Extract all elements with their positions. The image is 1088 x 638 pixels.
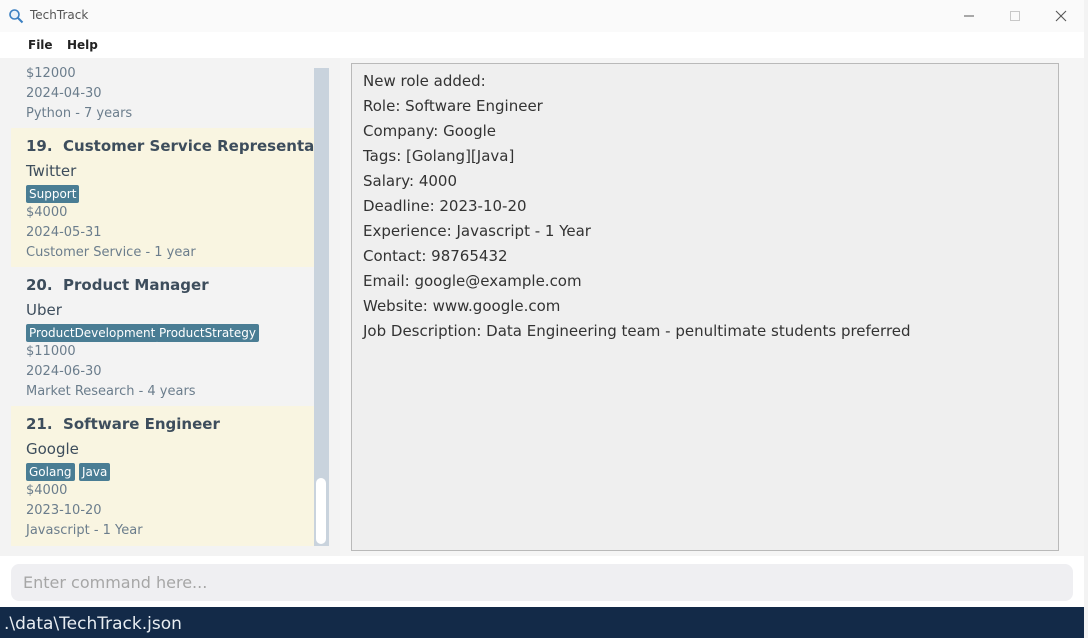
status-bar: .\data\TechTrack.json bbox=[0, 607, 1084, 638]
tag-java: Java bbox=[79, 463, 111, 481]
role-list-panel: $12000 2024-04-30 Python - 7 years 19. C… bbox=[0, 58, 340, 556]
minimize-button[interactable] bbox=[946, 0, 992, 32]
maximize-icon bbox=[1010, 11, 1020, 21]
card-salary: $11000 bbox=[26, 344, 76, 359]
title-bar: TechTrack bbox=[0, 0, 1084, 33]
tag-golang: Golang bbox=[26, 463, 75, 481]
card-deadline: 2024-06-30 bbox=[26, 364, 102, 379]
main-area: $12000 2024-04-30 Python - 7 years 19. C… bbox=[0, 58, 1084, 556]
card-title: 20. Product Manager bbox=[26, 276, 209, 294]
result-line: Deadline: 2023-10-20 bbox=[363, 197, 527, 215]
window-edge bbox=[1084, 0, 1088, 638]
card-salary: $12000 bbox=[26, 66, 76, 81]
role-card-21[interactable]: 21. Software Engineer Google Golang Java… bbox=[11, 406, 314, 546]
magnifier-app-icon bbox=[9, 9, 24, 24]
tag-support: Support bbox=[26, 185, 80, 203]
result-line: New role added: bbox=[363, 72, 486, 90]
command-input[interactable] bbox=[11, 564, 1073, 601]
save-file-path: .\data\TechTrack.json bbox=[4, 614, 182, 634]
role-card-20[interactable]: 20. Product Manager Uber ProductDevelopm… bbox=[11, 267, 314, 406]
menu-help[interactable]: Help bbox=[67, 38, 98, 52]
close-icon bbox=[1055, 10, 1067, 22]
list-scrollbar-thumb[interactable] bbox=[316, 478, 326, 544]
list-scrollbar[interactable] bbox=[314, 68, 329, 546]
card-experience: Customer Service - 1 year bbox=[26, 245, 196, 260]
result-line: Email: google@example.com bbox=[363, 272, 582, 290]
role-card-partial[interactable]: $12000 2024-04-30 Python - 7 years bbox=[11, 58, 314, 128]
card-salary: $4000 bbox=[26, 205, 68, 220]
menu-file[interactable]: File bbox=[28, 38, 53, 52]
maximize-button[interactable] bbox=[992, 0, 1038, 32]
result-line: Job Description: Data Engineering team -… bbox=[363, 322, 911, 340]
window-title: TechTrack bbox=[30, 8, 89, 22]
result-line: Experience: Javascript - 1 Year bbox=[363, 222, 591, 240]
card-company: Google bbox=[26, 440, 79, 458]
result-line: Contact: 98765432 bbox=[363, 247, 508, 265]
result-panel: New role added: Role: Software Engineer … bbox=[341, 58, 1084, 556]
card-experience: Javascript - 1 Year bbox=[26, 523, 143, 538]
menu-bar: File Help bbox=[0, 32, 1084, 58]
card-salary: $4000 bbox=[26, 483, 68, 498]
close-button[interactable] bbox=[1038, 0, 1084, 32]
card-deadline: 2024-04-30 bbox=[26, 86, 102, 101]
card-company: Uber bbox=[26, 301, 62, 319]
tag-productdevelopment: ProductDevelopment bbox=[26, 324, 159, 342]
result-display[interactable]: New role added: Role: Software Engineer … bbox=[351, 63, 1059, 551]
card-title: 21. Software Engineer bbox=[26, 415, 220, 433]
result-line: Tags: [Golang][Java] bbox=[363, 147, 515, 165]
result-line: Salary: 4000 bbox=[363, 172, 458, 190]
role-list[interactable]: $12000 2024-04-30 Python - 7 years 19. C… bbox=[11, 58, 314, 546]
result-line: Role: Software Engineer bbox=[363, 97, 543, 115]
command-area bbox=[0, 556, 1084, 607]
card-title: 19. Customer Service Representative bbox=[26, 137, 314, 155]
card-experience: Market Research - 4 years bbox=[26, 384, 196, 399]
card-experience: Python - 7 years bbox=[26, 106, 133, 121]
minimize-icon bbox=[964, 15, 974, 17]
card-deadline: 2024-05-31 bbox=[26, 225, 102, 240]
role-card-19[interactable]: 19. Customer Service Representative Twit… bbox=[11, 128, 314, 267]
card-deadline: 2023-10-20 bbox=[26, 503, 102, 518]
result-line: Website: www.google.com bbox=[363, 297, 561, 315]
card-company: Twitter bbox=[26, 162, 77, 180]
tag-productstrategy: ProductStrategy bbox=[156, 324, 259, 342]
result-line: Company: Google bbox=[363, 122, 496, 140]
